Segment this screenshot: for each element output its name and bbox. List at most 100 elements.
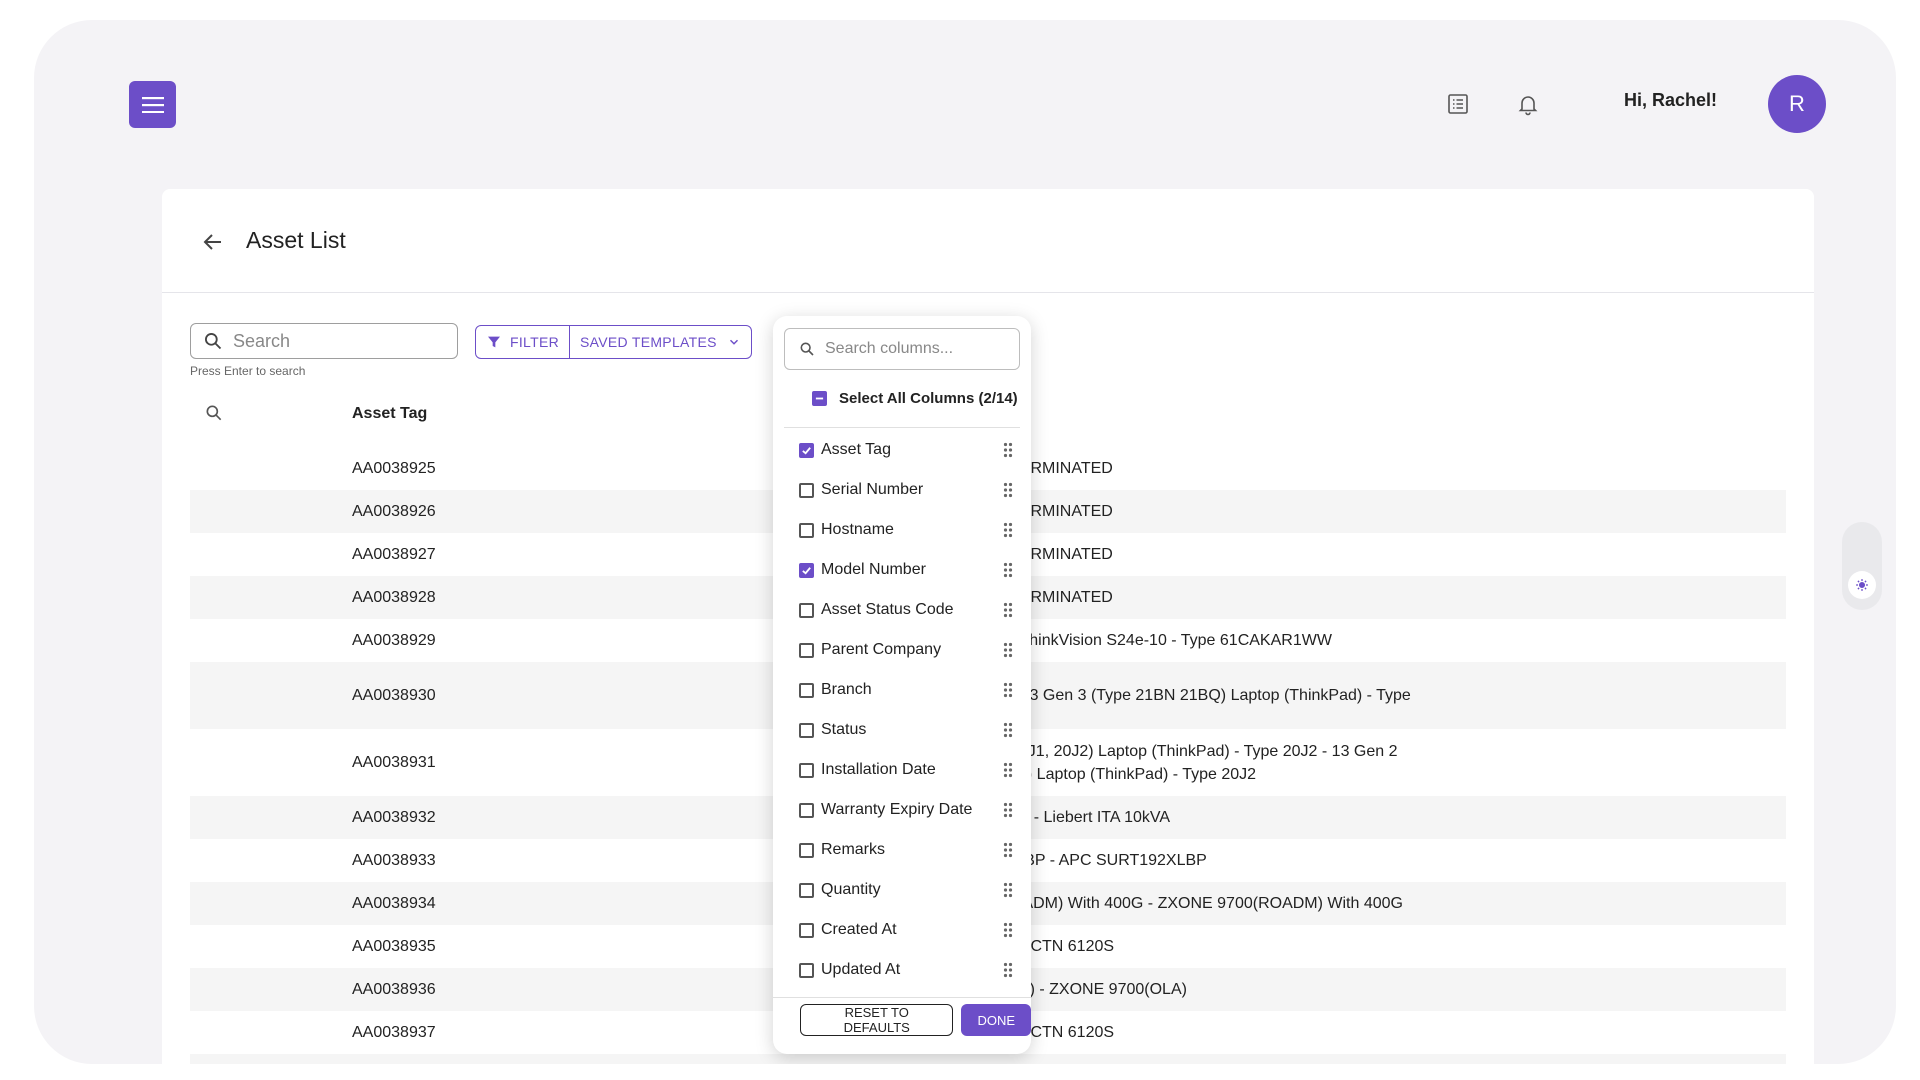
column-option-label: Asset Tag xyxy=(821,441,891,458)
saved-templates-label: SAVED TEMPLATES xyxy=(580,334,717,350)
chevron-down-icon xyxy=(729,339,738,345)
drag-handle-icon[interactable] xyxy=(1003,682,1013,703)
asset-tag-cell: AA0038926 xyxy=(352,502,436,520)
filter-button[interactable]: FILTER xyxy=(476,326,569,358)
divider xyxy=(784,427,1020,428)
drag-handle-icon[interactable] xyxy=(1003,842,1013,863)
asset-tag-cell: AA0038925 xyxy=(352,459,436,477)
search-input[interactable] xyxy=(233,330,453,352)
checkbox-unchecked[interactable] xyxy=(799,802,814,818)
column-option[interactable]: Created At xyxy=(799,915,1013,945)
asset-tag-cell: AA0038927 xyxy=(352,545,436,563)
filter-button-group: FILTER SAVED TEMPLATES xyxy=(475,325,752,359)
column-option[interactable]: Updated At xyxy=(799,955,1013,985)
column-option-label: Branch xyxy=(821,681,872,698)
done-button[interactable]: DONE xyxy=(961,1004,1031,1036)
row-value-cell: J2) Laptop (ThinkPad) - Type 20J2 xyxy=(1010,765,1257,783)
checkbox-unchecked[interactable] xyxy=(799,642,814,658)
checkbox-checked[interactable] xyxy=(799,562,814,578)
list-icon xyxy=(1448,94,1468,114)
row-value-cell: (LBP - APC SURT192XLBP xyxy=(1010,852,1207,869)
row-value-cell: LA) - ZXONE 9700(OLA) xyxy=(1010,981,1187,998)
drag-handle-icon[interactable] xyxy=(1003,922,1013,943)
checkbox-unchecked[interactable] xyxy=(799,682,814,698)
column-option[interactable]: Model Number xyxy=(799,555,1013,585)
asset-tag-cell: AA0038932 xyxy=(352,808,436,826)
column-header-asset-tag[interactable]: Asset Tag xyxy=(352,405,427,423)
back-button[interactable] xyxy=(198,227,228,257)
checkbox-unchecked[interactable] xyxy=(799,762,814,778)
checkbox-unchecked[interactable] xyxy=(799,842,814,858)
avatar[interactable]: R xyxy=(1768,75,1826,133)
row-value-cell: OADM) With 400G - ZXONE 9700(ROADM) With… xyxy=(1010,895,1403,912)
drag-handle-icon[interactable] xyxy=(1003,762,1013,783)
filter-label: FILTER xyxy=(510,334,559,350)
column-option[interactable]: Hostname xyxy=(799,515,1013,545)
column-option[interactable]: Status xyxy=(799,715,1013,745)
reset-to-defaults-button[interactable]: RESET TO DEFAULTS xyxy=(800,1004,954,1036)
column-option-label: Quantity xyxy=(821,881,881,898)
drag-handle-icon[interactable] xyxy=(1003,522,1013,543)
select-all-checkbox[interactable] xyxy=(812,391,827,406)
checkbox-unchecked[interactable] xyxy=(799,522,814,538)
drag-handle-icon[interactable] xyxy=(1003,802,1013,823)
column-option[interactable]: Warranty Expiry Date xyxy=(799,795,1013,825)
page-title: Asset List xyxy=(246,227,346,253)
asset-tag-cell: AA0038933 xyxy=(352,851,436,869)
drag-handle-icon[interactable] xyxy=(1003,562,1013,583)
saved-templates-dropdown[interactable]: SAVED TEMPLATES xyxy=(569,326,751,358)
column-option-label: Remarks xyxy=(821,841,886,858)
column-option[interactable]: Branch xyxy=(799,675,1013,705)
search-hint: Press Enter to search xyxy=(190,364,306,378)
asset-tag-cell: AA0038930 xyxy=(352,686,436,704)
column-option[interactable]: Quantity xyxy=(799,875,1013,905)
checkbox-unchecked[interactable] xyxy=(799,482,814,498)
user-greeting: Hi, Rachel! xyxy=(1624,90,1718,110)
drag-handle-icon[interactable] xyxy=(1003,882,1013,903)
select-all-columns[interactable]: Select All Columns (2/14) xyxy=(800,390,1018,407)
asset-tag-cell: AA0038935 xyxy=(352,937,436,955)
row-value-cell: X13 Gen 3 (Type 21BN 21BQ) Laptop (Think… xyxy=(1010,687,1411,704)
checkbox-unchecked[interactable] xyxy=(799,962,814,978)
table-row[interactable]: AA0038938ZXCTN 6120S - ZXCTN 6120S xyxy=(190,1054,1786,1064)
checkbox-unchecked[interactable] xyxy=(799,602,814,618)
column-search-button[interactable] xyxy=(204,403,224,428)
column-option-label: Status xyxy=(821,721,867,738)
column-option-label: Installation Date xyxy=(821,761,936,778)
drag-handle-icon[interactable] xyxy=(1003,642,1013,663)
column-search-input[interactable] xyxy=(825,340,1005,358)
asset-tag-cell: AA0038934 xyxy=(352,894,436,912)
list-view-button[interactable] xyxy=(1440,86,1476,122)
column-option[interactable]: Installation Date xyxy=(799,755,1013,785)
checkbox-unchecked[interactable] xyxy=(799,722,814,738)
asset-tag-cell: AA0038931 xyxy=(352,753,436,771)
theme-toggle-knob[interactable] xyxy=(1848,571,1876,599)
row-value-cell: - ThinkVision S24e-10 - Type 61CAKAR1WW xyxy=(1010,632,1332,649)
column-option[interactable]: Asset Tag xyxy=(799,435,1013,465)
drag-handle-icon[interactable] xyxy=(1003,602,1013,623)
row-value-cell: VA - Liebert ITA 10kVA xyxy=(1010,809,1171,826)
divider xyxy=(773,997,1031,998)
column-option-label: Serial Number xyxy=(821,481,924,498)
column-option[interactable]: Serial Number xyxy=(799,475,1013,505)
column-option-label: Asset Status Code xyxy=(821,601,954,618)
column-search-box[interactable] xyxy=(784,328,1020,370)
drag-handle-icon[interactable] xyxy=(1003,482,1013,503)
drag-handle-icon[interactable] xyxy=(1003,962,1013,983)
menu-button[interactable] xyxy=(129,81,176,128)
notifications-button[interactable] xyxy=(1510,86,1546,122)
column-option-label: Hostname xyxy=(821,521,894,538)
drag-handle-icon[interactable] xyxy=(1003,442,1013,463)
search-box[interactable] xyxy=(190,323,458,359)
checkbox-unchecked[interactable] xyxy=(799,882,814,898)
column-option[interactable]: Remarks xyxy=(799,835,1013,865)
search-icon xyxy=(206,405,222,421)
column-picker-popup: Select All Columns (2/14) Asset Tag Seria… xyxy=(773,316,1031,1054)
checkbox-unchecked[interactable] xyxy=(799,922,814,938)
column-option[interactable]: Asset Status Code xyxy=(799,595,1013,625)
theme-toggle[interactable] xyxy=(1842,522,1882,610)
column-option-label: Model Number xyxy=(821,561,926,578)
column-option[interactable]: Parent Company xyxy=(799,635,1013,665)
drag-handle-icon[interactable] xyxy=(1003,722,1013,743)
checkbox-checked[interactable] xyxy=(799,442,814,458)
